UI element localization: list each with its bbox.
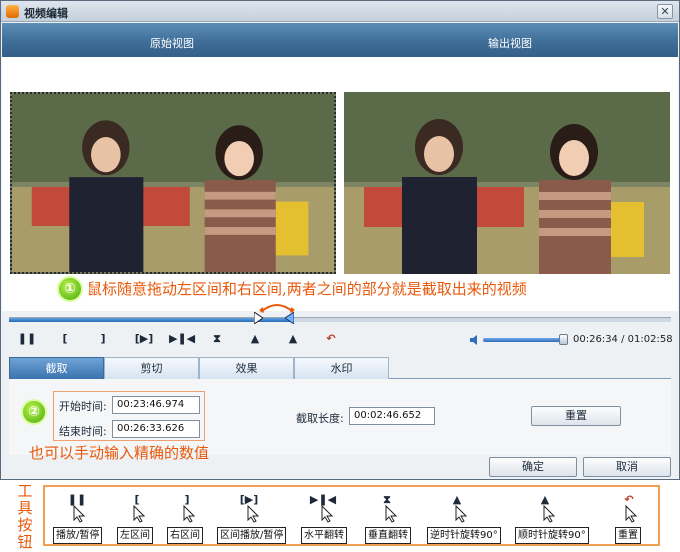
annotation-drag-text: 鼠标随意拖动左区间和右区间,两者之间的部分就是截取出来的视频 [87,280,527,298]
annotation-manual-input-text: 也可以手动输入精确的数值 [29,444,210,462]
flip-horizontal-button[interactable]: ▶❚◀ [169,329,195,349]
video-scene-image [344,92,670,274]
end-time-label: 结束时间: [59,425,107,438]
legend-reset-label: 重置 [615,527,641,544]
volume-control[interactable] [469,334,569,346]
cursor-pointer-icon [73,505,85,523]
tab-watermark[interactable]: 水印 [294,357,389,379]
cursor-pointer-icon [133,505,145,523]
volume-track[interactable] [483,338,567,342]
drag-arrow-icon [259,304,295,313]
legend-interval-play-label: 区间播放/暂停 [217,527,287,544]
tab-trim[interactable]: 截取 [9,357,104,379]
end-time-input[interactable]: 00:26:33.626 [112,420,200,438]
toolbar-legend-label: 工具按钮 [17,482,33,551]
legend-flip-horizontal-label: 水平翻转 [301,527,347,544]
reset-button[interactable]: 重置 [531,406,621,426]
right-interval-button[interactable]: ] [93,329,113,349]
volume-knob[interactable] [559,334,568,345]
window-title: 视频编辑 [24,7,68,20]
preview-area [2,57,678,311]
left-interval-button[interactable]: [ [55,329,75,349]
cursor-pointer-icon [247,505,259,523]
cursor-pointer-icon [385,505,397,523]
app-logo-icon [6,5,19,18]
original-video-frame [10,92,336,274]
trim-length-input[interactable]: 00:02:46.652 [349,407,435,425]
rotate-cw-button[interactable]: ▲ [283,329,303,349]
legend-rotate-ccw-label: 逆时针旋转90° [427,527,501,544]
step-one-badge: ① [57,276,83,302]
toolbar-legend-box: ❚❚ 播放/暂停 [ 左区间 ] 右区间 [▶] 区间播放/暂停 ▶❚◀ 水平翻… [43,485,660,546]
output-video-frame [344,92,670,274]
tab-effects[interactable]: 效果 [199,357,294,379]
cursor-pointer-icon [321,505,333,523]
title-bar: 视频编辑 ✕ [1,1,679,22]
reset-transform-button[interactable]: ↶ [321,329,341,349]
trim-length-label: 截取长度: [296,412,344,425]
output-view-label: 输出视图 [488,37,532,50]
video-scene-image [12,94,334,272]
time-fields-highlight: 开始时间: 00:23:46.974 结束时间: 00:26:33.626 [53,391,205,441]
start-time-input[interactable]: 00:23:46.974 [112,396,200,414]
legend-play-pause-label: 播放/暂停 [53,527,103,544]
view-header: 原始视图 输出视图 [2,23,678,57]
annotation-drag-range: ① 鼠标随意拖动左区间和右区间,两者之间的部分就是截取出来的视频 [57,276,597,302]
original-view-label: 原始视图 [150,37,194,50]
speaker-icon [470,335,477,345]
legend-rotate-cw-label: 顺时针旋转90° [515,527,589,544]
rotate-ccw-button[interactable]: ▲ [245,329,265,349]
edit-tabs: 截取 剪切 效果 水印 [9,357,671,379]
time-readout: 00:26:34 / 01:02:58 [573,334,673,345]
video-edit-window: 视频编辑 ✕ 原始视图 输出视图 ① 鼠标随意拖动左区间和右区间,两者之间的部分… [0,0,680,480]
start-time-label: 开始时间: [59,400,107,413]
toolbar-legend: 工具按钮 ❚❚ 播放/暂停 [ 左区间 ] 右区间 [▶] 区间播放/暂停 ▶❚… [0,482,680,552]
cursor-pointer-icon [543,505,555,523]
cancel-button[interactable]: 取消 [583,457,671,477]
cursor-pointer-icon [625,505,637,523]
seek-progress-fill [9,318,294,322]
step-two-badge: ② [21,399,47,425]
play-pause-button[interactable]: ❚❚ [17,329,37,349]
seek-bar[interactable] [9,304,671,324]
flip-vertical-button[interactable]: ⧗ [207,329,227,349]
legend-left-interval-label: 左区间 [117,527,153,544]
close-button[interactable]: ✕ [657,4,673,19]
legend-flip-vertical-label: 垂直翻转 [365,527,411,544]
tab-cut[interactable]: 剪切 [104,357,199,379]
cursor-pointer-icon [455,505,467,523]
interval-play-button[interactable]: [▶] [131,329,157,349]
legend-right-interval-label: 右区间 [167,527,203,544]
cursor-pointer-icon [183,505,195,523]
ok-button[interactable]: 确定 [489,457,577,477]
